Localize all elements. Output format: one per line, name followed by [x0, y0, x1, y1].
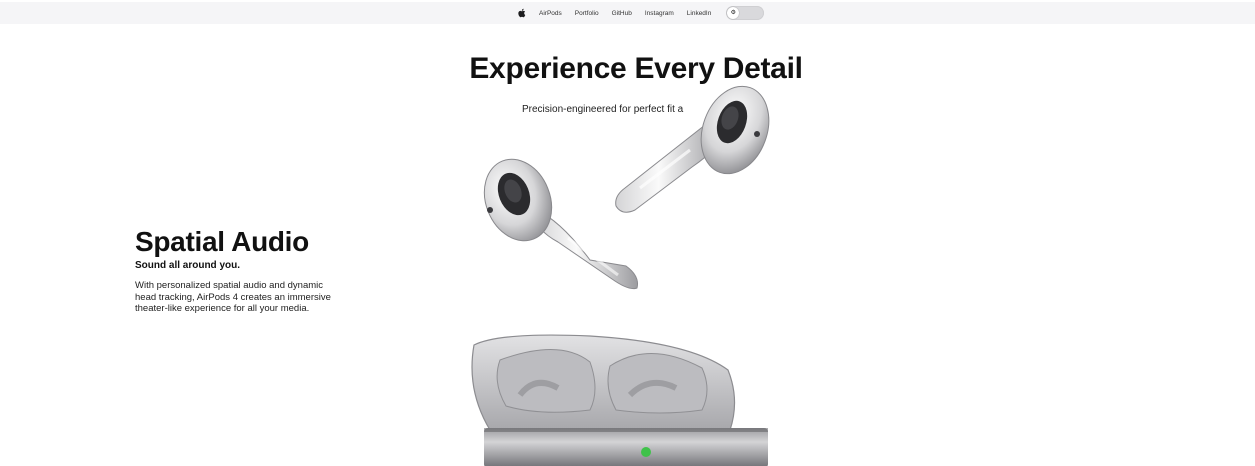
charging-case — [471, 334, 768, 466]
nav-link-github[interactable]: GitHub — [612, 10, 632, 17]
nav-links: AirPods Portfolio GitHub Instagram Linke… — [517, 5, 765, 21]
hero-subtitle: Precision-engineered for perfect fit a — [522, 104, 684, 115]
feature-tagline: Sound all around you. — [135, 260, 240, 271]
top-navigation-bar: AirPods Portfolio GitHub Instagram Linke… — [0, 2, 1255, 24]
hero-title: Experience Every Detail — [469, 52, 803, 85]
left-airpod — [483, 158, 638, 290]
feature-title: Spatial Audio — [135, 226, 309, 257]
airpods-product-render — [471, 85, 770, 466]
theme-toggle[interactable]: ⚙ — [726, 6, 765, 20]
nav-link-instagram[interactable]: Instagram — [645, 10, 674, 17]
nav-link-airpods[interactable]: AirPods — [539, 10, 562, 17]
nav-link-linkedin[interactable]: LinkedIn — [687, 10, 712, 17]
gear-icon: ⚙ — [727, 7, 740, 19]
nav-link-portfolio[interactable]: Portfolio — [575, 10, 599, 17]
apple-icon[interactable] — [517, 8, 526, 18]
spatial-audio-section: Spatial Audio Sound all around you. With… — [135, 226, 335, 315]
feature-description: With personalized spatial audio and dyna… — [135, 280, 331, 315]
right-airpod — [615, 85, 770, 213]
